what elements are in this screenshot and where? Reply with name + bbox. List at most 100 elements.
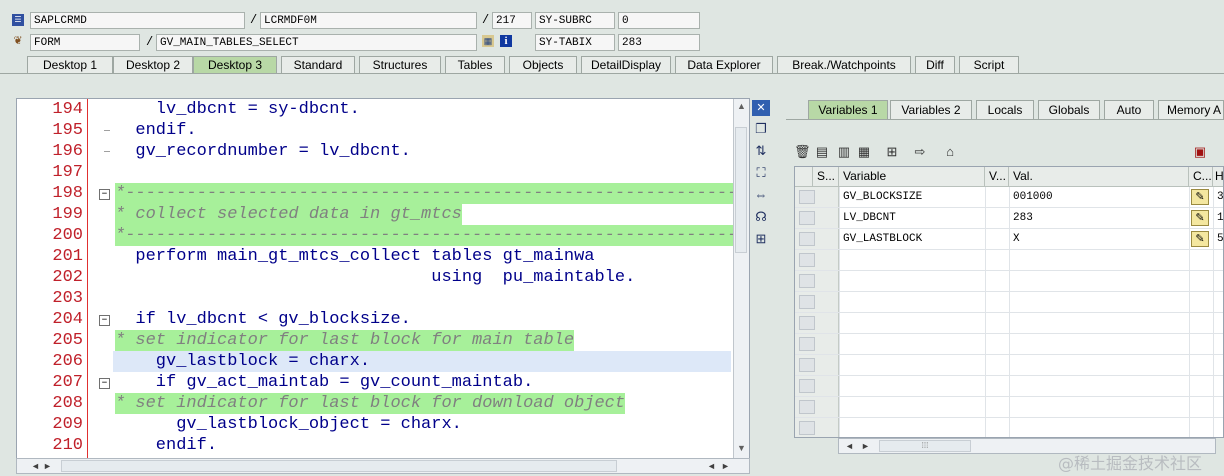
tab-diff[interactable]: Diff (915, 56, 955, 74)
scroll-right-icon[interactable]: ► (721, 461, 730, 471)
edit-icon[interactable]: ✎ (1191, 210, 1209, 226)
column-header-s[interactable]: S... (813, 167, 839, 187)
tab-detaildisplay[interactable]: DetailDisplay (581, 56, 671, 74)
editor-vertical-scrollbar[interactable]: ▲ ▼ (733, 99, 749, 459)
tree-icon[interactable]: ⊞ (752, 231, 770, 247)
tab-desktop-2[interactable]: Desktop 2 (113, 56, 193, 74)
list-remove-icon[interactable]: ▦ (856, 144, 872, 160)
edit-icon[interactable]: ✎ (1191, 231, 1209, 247)
column-header-v[interactable]: V... (985, 167, 1009, 187)
new-window-icon[interactable]: ❐ (752, 121, 770, 137)
table-row[interactable] (795, 355, 1223, 376)
tab-locals[interactable]: Locals (976, 100, 1034, 120)
swap-icon[interactable]: ⇅ (752, 143, 770, 159)
row-selector-knob[interactable] (799, 337, 815, 351)
tab-globals[interactable]: Globals (1038, 100, 1100, 120)
row-selector[interactable] (795, 292, 839, 312)
export-icon[interactable]: ⇨ (912, 144, 928, 160)
row-selector[interactable] (795, 187, 839, 207)
scroll-right-icon[interactable]: ► (861, 441, 870, 451)
table-row[interactable] (795, 292, 1223, 313)
row-selector[interactable] (795, 355, 839, 375)
table-row[interactable]: LV_DBCNT 283 1E ✎ (795, 208, 1223, 229)
table-row[interactable] (795, 313, 1223, 334)
list-icon[interactable]: ▤ (814, 144, 830, 160)
sysfield-value-2[interactable]: 283 (618, 34, 700, 51)
tab-tables[interactable]: Tables (445, 56, 505, 74)
maximize-icon[interactable]: ⛶ (752, 165, 770, 181)
scroll-left-icon[interactable]: ◄ (31, 461, 40, 471)
row-selector-knob[interactable] (799, 274, 815, 288)
column-header-h[interactable]: H (1213, 167, 1223, 187)
tab-auto[interactable]: Auto (1104, 100, 1154, 120)
row-selector-knob[interactable] (799, 400, 815, 414)
code-line[interactable]: 194 lv_dbcnt = sy-dbcnt. (17, 99, 733, 120)
code-line[interactable]: 200 *------------------------------------… (17, 225, 737, 246)
scroll-thumb[interactable] (735, 127, 747, 253)
sysfield-value[interactable]: 0 (618, 12, 700, 29)
table-row[interactable] (795, 376, 1223, 397)
hierarchy-icon[interactable]: ⊞ (884, 144, 900, 160)
fit-width-icon[interactable]: ⇔ (752, 187, 770, 203)
table-row[interactable] (795, 334, 1223, 355)
row-selector[interactable] (795, 334, 839, 354)
scroll-down-icon[interactable]: ▼ (737, 443, 746, 453)
code-line[interactable]: 197 (17, 162, 733, 183)
headphones-icon[interactable]: ☊ (752, 209, 770, 225)
row-selector-knob[interactable] (799, 379, 815, 393)
sysfield-name-2[interactable]: SY-TABIX (535, 34, 615, 51)
code-line[interactable]: 201 perform main_gt_mtcs_collect tables … (17, 246, 733, 267)
row-selector[interactable] (795, 229, 839, 249)
fold-toggle-icon[interactable]: − (99, 378, 110, 389)
tab-script[interactable]: Script (959, 56, 1019, 74)
table-row[interactable] (795, 418, 1223, 437)
tab-standard[interactable]: Standard (281, 56, 355, 74)
row-selector[interactable] (795, 271, 839, 291)
row-selector-knob[interactable] (799, 421, 815, 435)
line-field[interactable]: 217 (492, 12, 532, 29)
tab-variables-2[interactable]: Variables 2 (890, 100, 972, 120)
editor-horizontal-scrollbar[interactable]: ◄ ► ◄ ► (16, 458, 750, 474)
code-line[interactable]: 206 gv_lastblock = charx. (17, 351, 733, 372)
info-icon[interactable]: i (500, 35, 512, 47)
delete-icon[interactable]: 🗑 (794, 144, 811, 160)
scroll-up-icon[interactable]: ▲ (737, 101, 746, 111)
row-selector-knob[interactable] (799, 253, 815, 267)
table-row[interactable] (795, 250, 1223, 271)
code-line[interactable]: 205 * set indicator for last block for ma… (17, 330, 733, 351)
source-editor[interactable]: 194 lv_dbcnt = sy-dbcnt. 195 endif. 196 gv… (16, 98, 750, 460)
code-line[interactable]: 208 * set indicator for last block for do… (17, 393, 733, 414)
table-row[interactable]: GV_LASTBLOCK X 58 ✎ (795, 229, 1223, 250)
row-selector-knob[interactable] (799, 232, 815, 246)
scroll-thumb[interactable] (61, 460, 617, 472)
code-line[interactable]: 210 endif. (17, 435, 733, 456)
scroll-left-icon[interactable]: ◄ (845, 441, 854, 451)
tab-desktop-1[interactable]: Desktop 1 (27, 56, 113, 74)
row-selector-knob[interactable] (799, 190, 815, 204)
row-selector[interactable] (795, 376, 839, 396)
code-line[interactable]: 198 − *-----------------------------------… (17, 183, 737, 204)
code-line[interactable]: 207 − if gv_act_maintab = gv_count_mainta… (17, 372, 733, 393)
row-selector-knob[interactable] (799, 316, 815, 330)
tab-breakpoints[interactable]: Break./Watchpoints (777, 56, 911, 74)
code-line[interactable]: 204 − if lv_dbcnt < gv_blocksize. (17, 309, 733, 330)
list-add-icon[interactable]: ▥ (836, 144, 852, 160)
tab-desktop-3[interactable]: Desktop 3 (193, 56, 277, 74)
row-selector[interactable] (795, 418, 839, 437)
display-icon[interactable]: ▦ (482, 35, 494, 47)
fold-toggle-icon[interactable]: − (99, 189, 110, 200)
scroll-thumb[interactable]: ⁞⁞⁞ (879, 440, 971, 452)
column-header-c[interactable]: C... (1189, 167, 1213, 187)
tab-memory[interactable]: Memory A (1158, 100, 1224, 120)
code-line[interactable]: 196 gv_recordnumber = lv_dbcnt. (17, 141, 733, 162)
include-field[interactable]: LCRMDF0M (260, 12, 477, 29)
code-line[interactable]: 209 gv_lastblock_object = charx. (17, 414, 733, 435)
row-selector-knob[interactable] (799, 295, 815, 309)
code-line[interactable]: 202 using pu_maintable. (17, 267, 733, 288)
sysfield-name[interactable]: SY-SUBRC (535, 12, 615, 29)
fold-toggle-icon[interactable]: − (99, 315, 110, 326)
code-line[interactable]: 203 (17, 288, 733, 309)
close-icon[interactable]: ✕ (752, 100, 770, 116)
event-name-field[interactable]: GV_MAIN_TABLES_SELECT (156, 34, 477, 51)
save-icon[interactable]: ▣ (1192, 144, 1208, 160)
